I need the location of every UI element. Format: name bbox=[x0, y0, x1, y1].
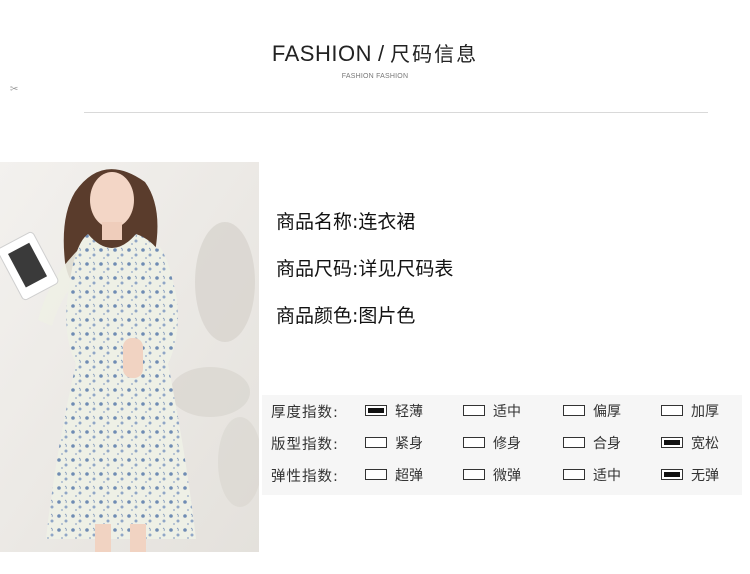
scissors-icon: ✂ bbox=[10, 84, 19, 95]
title-cn: 尺码信息 bbox=[390, 42, 479, 66]
checkbox-icon bbox=[661, 469, 683, 480]
checkbox-icon bbox=[365, 469, 387, 480]
product-size: 商品尺码:详见尺码表 bbox=[276, 258, 454, 280]
header-divider bbox=[84, 112, 708, 113]
checkbox-icon bbox=[463, 469, 485, 480]
page-header: FASHION / 尺码信息 FASHION FASHION ✂ bbox=[0, 0, 750, 120]
checkbox-icon bbox=[563, 437, 585, 448]
title-en: FASHION bbox=[271, 41, 372, 66]
product-name: 商品名称:连衣裙 bbox=[276, 211, 416, 233]
checkbox-icon bbox=[661, 437, 683, 448]
checkbox-icon bbox=[563, 469, 585, 480]
checkbox-icon bbox=[661, 405, 683, 416]
attribute-row-elasticity: 弹性指数: 超弹 微弹 适中 无弹 bbox=[262, 459, 742, 491]
attribute-table: 厚度指数: 轻薄 适中 偏厚 加厚 版型指数: 紧身 修身 合身 宽松 弹性指数… bbox=[262, 395, 742, 495]
checkbox-icon bbox=[365, 437, 387, 448]
attribute-row-fit: 版型指数: 紧身 修身 合身 宽松 bbox=[262, 427, 742, 459]
attribute-label: 版型指数: bbox=[271, 437, 339, 453]
section-title: FASHION / 尺码信息 bbox=[0, 38, 750, 67]
checkbox-icon bbox=[365, 405, 387, 416]
product-info: 商品名称:连衣裙 商品尺码:详见尺码表 商品颜色:图片色 bbox=[276, 205, 453, 346]
section-subtitle: FASHION FASHION bbox=[341, 73, 409, 80]
checkbox-icon bbox=[563, 405, 585, 416]
checkbox-icon bbox=[463, 437, 485, 448]
title-slash: / bbox=[377, 41, 385, 66]
attribute-label: 厚度指数: bbox=[271, 405, 339, 421]
checkbox-icon bbox=[463, 405, 485, 416]
attribute-label: 弹性指数: bbox=[271, 469, 339, 485]
product-photo bbox=[0, 162, 259, 552]
attribute-row-thickness: 厚度指数: 轻薄 适中 偏厚 加厚 bbox=[262, 395, 742, 427]
product-color: 商品颜色:图片色 bbox=[276, 305, 416, 327]
